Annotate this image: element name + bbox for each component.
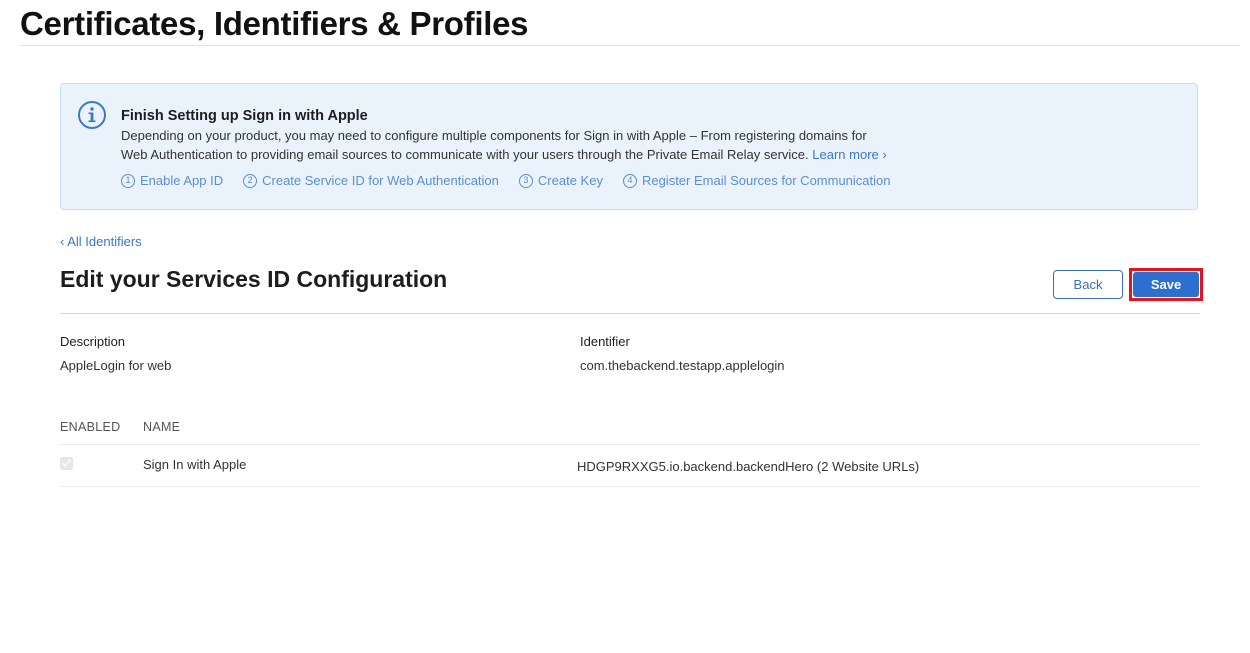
section-title: Edit your Services ID Configuration (60, 266, 448, 292)
description-label: Description (60, 334, 126, 349)
banner-text-line1: Depending on your product, you may need … (121, 128, 867, 143)
back-button[interactable]: Back (1053, 270, 1123, 299)
table-row-divider (60, 486, 1200, 487)
column-header-enabled: ENABLED (60, 420, 121, 434)
step-label: Register Email Sources for Communication (641, 173, 891, 188)
identifier-value: com.thebackend.testapp.applelogin (580, 358, 785, 373)
step-create-key[interactable]: 3 Create Key (518, 173, 603, 188)
identifier-label: Identifier (580, 334, 630, 349)
step-register-email-sources[interactable]: 4 Register Email Sources for Communicati… (622, 173, 891, 188)
banner-description: Depending on your product, you may need … (121, 126, 921, 164)
column-header-name: NAME (143, 420, 181, 434)
info-icon (78, 101, 106, 129)
step-label: Create Service ID for Web Authentication (262, 173, 499, 188)
title-divider (20, 45, 1240, 46)
setup-steps: 1 Enable App ID 2 Create Service ID for … (121, 173, 911, 188)
setup-banner: Finish Setting up Sign in with Apple Dep… (60, 83, 1198, 210)
step-label: Enable App ID (140, 173, 224, 188)
step-create-service-id[interactable]: 2 Create Service ID for Web Authenticati… (243, 173, 499, 188)
step-number: 2 (243, 173, 258, 188)
capability-configuration[interactable]: HDGP9RXXG5.io.backend.backendHero (2 Web… (577, 459, 919, 474)
description-value: AppleLogin for web (60, 358, 172, 373)
save-button[interactable]: Save (1133, 272, 1199, 297)
section-divider (60, 313, 1200, 314)
table-header-divider (60, 444, 1200, 445)
banner-text-line2: Web Authentication to providing email so… (121, 147, 809, 162)
step-label: Create Key (537, 173, 603, 188)
enabled-checkbox[interactable] (60, 457, 73, 470)
step-number: 3 (518, 173, 533, 188)
page: Certificates, Identifiers & Profiles Fin… (0, 0, 1250, 653)
step-enable-app-id[interactable]: 1 Enable App ID (121, 173, 223, 188)
step-number: 1 (121, 173, 135, 188)
step-number: 4 (622, 173, 637, 188)
learn-more-link[interactable]: Learn more › (812, 147, 886, 162)
all-identifiers-link[interactable]: ‹ All Identifiers (60, 234, 142, 249)
page-title: Certificates, Identifiers & Profiles (20, 5, 529, 42)
capability-name: Sign In with Apple (143, 457, 247, 472)
banner-title: Finish Setting up Sign in with Apple (121, 108, 368, 124)
